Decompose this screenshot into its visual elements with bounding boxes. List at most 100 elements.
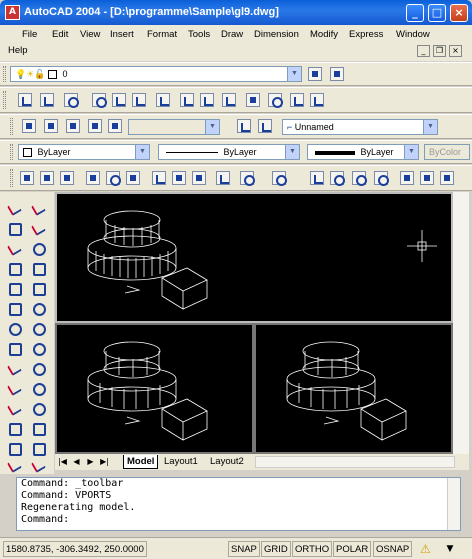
rotate-icon[interactable] [6, 320, 22, 336]
viewport-top[interactable] [55, 192, 453, 323]
grid-toggle[interactable]: GRID [261, 541, 291, 557]
maximize-icon[interactable]: □ [428, 4, 446, 22]
array-icon[interactable] [6, 280, 22, 296]
mirror-icon[interactable] [6, 240, 22, 256]
linetype-combo[interactable]: ByLayer ▼ [158, 144, 300, 160]
communication-center-icon[interactable]: ⚠ [420, 541, 436, 557]
menu-help[interactable]: Help [8, 45, 28, 56]
doc-close-icon[interactable]: × [449, 45, 462, 57]
polygonal-viewport-icon[interactable] [66, 119, 80, 133]
last-tab-icon[interactable]: ▶| [99, 456, 110, 468]
menu-format[interactable]: Format [147, 29, 177, 40]
prev-tab-icon[interactable]: ◀ [71, 456, 82, 468]
baseline-dim-icon[interactable] [180, 93, 194, 107]
zoom-previous-icon[interactable] [374, 171, 389, 186]
copy-icon[interactable] [172, 171, 186, 185]
viewports-icon[interactable] [22, 119, 36, 133]
revision-cloud-icon[interactable] [30, 340, 46, 356]
chevron-down-icon[interactable]: ▼ [287, 67, 301, 81]
print-icon[interactable] [86, 171, 100, 185]
single-viewport-icon[interactable] [44, 119, 58, 133]
drawing-area[interactable] [55, 192, 453, 454]
line-icon[interactable] [30, 200, 46, 216]
first-tab-icon[interactable]: |◀ [57, 456, 68, 468]
chevron-down-icon[interactable]: ▼ [135, 145, 149, 159]
menu-view[interactable]: View [80, 29, 100, 40]
title-bar[interactable]: A AutoCAD 2004 - [D:\programme\Sample\gl… [0, 0, 472, 25]
point-icon[interactable] [30, 457, 46, 473]
menu-window[interactable]: Window [396, 29, 430, 40]
chevron-down-icon[interactable]: ▼ [423, 120, 437, 134]
named-ucs-combo[interactable]: ⌐ Unnamed ▼ [282, 119, 438, 135]
toolbar-grip[interactable] [3, 66, 6, 82]
next-tab-icon[interactable]: ▶ [85, 456, 96, 468]
spline-icon[interactable] [30, 360, 46, 376]
command-scrollbar[interactable] [447, 478, 460, 530]
command-window[interactable]: Command: _toolbar Command: VPORTS Regene… [16, 477, 461, 531]
layer-combo[interactable]: 💡☀🔓 0 ▼ [10, 66, 302, 82]
paste-icon[interactable] [192, 171, 206, 185]
dim-edit-icon[interactable] [290, 93, 304, 107]
chevron-down-icon[interactable]: ▼ [205, 120, 219, 134]
close-icon[interactable]: × [450, 4, 468, 22]
publish-icon[interactable] [126, 171, 140, 185]
stretch-icon[interactable] [6, 360, 22, 376]
extend-icon[interactable] [6, 400, 22, 416]
quick-dim-icon[interactable] [156, 93, 170, 107]
viewport-bottom-left[interactable] [55, 323, 254, 454]
copy-object-icon[interactable] [6, 220, 22, 236]
clip-viewport-icon[interactable] [108, 119, 122, 133]
properties-icon[interactable] [400, 171, 414, 185]
menu-insert[interactable]: Insert [110, 29, 134, 40]
arc-icon[interactable] [30, 300, 46, 316]
menu-file[interactable]: File [22, 29, 37, 40]
chamfer-icon[interactable] [6, 440, 22, 456]
polyline-icon[interactable] [30, 240, 46, 256]
tab-model[interactable]: Model [123, 455, 159, 469]
offset-icon[interactable] [6, 260, 22, 276]
status-menu-arrow-icon[interactable]: ▼ [442, 541, 458, 557]
menu-express[interactable]: Express [349, 29, 383, 40]
menu-modify[interactable]: Modify [310, 29, 338, 40]
autocad-logo-icon[interactable]: A [5, 5, 20, 20]
plot-style-combo[interactable]: ByColor [424, 144, 470, 160]
command-prompt[interactable]: Command: [21, 514, 460, 526]
osnap-toggle[interactable]: OSNAP [373, 541, 413, 557]
center-mark-icon[interactable] [268, 93, 283, 108]
toolbar-grip[interactable] [3, 91, 6, 109]
ucs-previous-icon[interactable] [258, 119, 272, 133]
scale-icon[interactable] [6, 340, 22, 356]
pan-icon[interactable] [310, 171, 324, 185]
viewport-bottom-right[interactable] [254, 323, 453, 454]
viewport-scale-combo[interactable]: ▼ [128, 119, 220, 135]
linear-dim-icon[interactable] [18, 93, 32, 107]
menu-edit[interactable]: Edit [52, 29, 68, 40]
color-combo[interactable]: ByLayer ▼ [18, 144, 150, 160]
insert-block-icon[interactable] [30, 420, 46, 436]
explode-icon[interactable] [6, 457, 22, 473]
polygon-icon[interactable] [30, 260, 46, 276]
zoom-realtime-icon[interactable] [330, 171, 345, 186]
new-icon[interactable] [20, 171, 34, 185]
chevron-down-icon[interactable]: ▼ [404, 145, 418, 159]
tab-layout2[interactable]: Layout2 [207, 455, 247, 469]
dim-text-edit-icon[interactable] [310, 93, 324, 107]
tool-palettes-icon[interactable] [440, 171, 454, 185]
match-properties-icon[interactable] [216, 171, 230, 185]
make-current-layer-icon[interactable] [308, 67, 322, 81]
design-center-icon[interactable] [420, 171, 434, 185]
plot-preview-icon[interactable] [106, 171, 121, 186]
save-icon[interactable] [60, 171, 74, 185]
toolbar-grip[interactable] [10, 169, 13, 187]
menu-dimension[interactable]: Dimension [254, 29, 299, 40]
construction-line-icon[interactable] [30, 220, 46, 236]
ellipse-arc-icon[interactable] [30, 400, 46, 416]
snap-toggle[interactable]: SNAP [228, 541, 260, 557]
zoom-window-icon[interactable] [352, 171, 367, 186]
open-icon[interactable] [40, 171, 54, 185]
convert-viewport-icon[interactable] [88, 119, 102, 133]
minimize-icon[interactable]: _ [406, 4, 424, 22]
ucs-icon[interactable] [237, 119, 251, 133]
horizontal-scrollbar[interactable] [255, 456, 455, 468]
menu-tools[interactable]: Tools [188, 29, 210, 40]
